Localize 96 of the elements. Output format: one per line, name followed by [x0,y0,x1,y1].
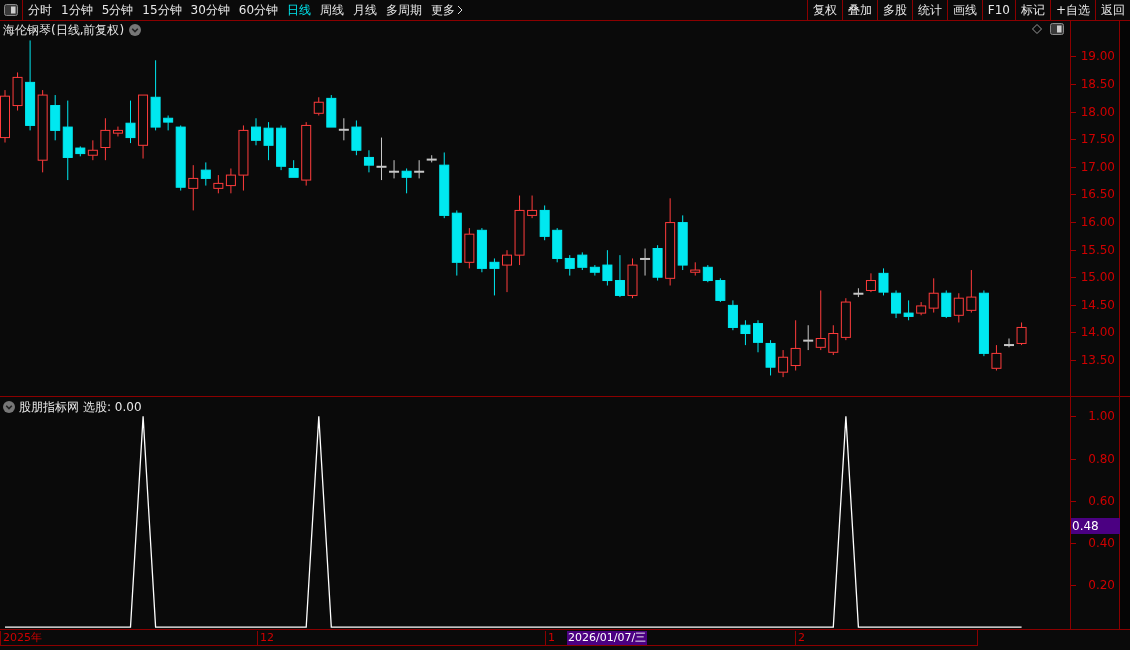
candlestick [188,164,199,211]
axis-tick-label: 19.00 [1080,50,1115,63]
panel-toggle-icon[interactable] [1050,23,1064,35]
indicator-reading: 选股: 0.00 [83,399,142,416]
toolbar-button[interactable]: 标记 [1014,0,1050,20]
candlestick [138,94,149,160]
toolbar-button[interactable]: F10 [981,0,1015,20]
candlestick [753,319,763,353]
candlestick [489,257,500,296]
candlestick [112,126,123,137]
axis-tick-label: 18.00 [1080,105,1115,118]
candlestick [401,167,412,194]
period-tab[interactable]: 1分钟 [61,1,93,19]
cursor-value-label: 0.48 [1071,517,1120,534]
axis-tick-label: 1.00 [1088,410,1115,423]
period-tab[interactable]: 日线 [287,1,312,19]
time-axis-label: 12 [257,631,274,645]
axis-tick-label: 17.50 [1080,133,1115,146]
candlestick [790,319,801,372]
panel-toggle-icon[interactable] [4,4,18,16]
axis-tick-label: 15.00 [1080,271,1115,284]
candlestick [87,139,98,161]
toolbar-button[interactable]: 多股 [876,0,912,20]
period-tab[interactable]: 多周期 [386,1,423,19]
toolbar-button[interactable]: +自选 [1049,0,1095,20]
period-tab[interactable]: 月线 [353,1,378,19]
candlestick [928,277,939,314]
candlestick [225,167,236,194]
cursor-date-label: 2026/01/07/三 [567,631,648,645]
candlestick [778,349,789,378]
axis-tick-label: 0.40 [1088,536,1115,549]
candlestick [451,209,462,277]
candlestick [640,248,651,277]
toolbar-button[interactable]: 叠加 [841,0,877,20]
toolbar-button[interactable]: 画线 [946,0,982,20]
candlestick [865,272,876,293]
candlestick [602,249,613,286]
candlestick [12,71,23,112]
stock-title: 海伦钢琴(日线,前复权) [3,22,125,39]
axis-tick-label: 16.50 [1080,188,1115,201]
candlestick [840,297,851,341]
candlestick [991,344,1002,372]
candlestick [251,117,261,146]
candlestick [564,254,575,277]
candlestick [514,195,525,266]
candlestick [238,124,249,192]
candlestick [527,195,538,219]
candlestick [978,289,989,357]
candlestick [363,149,374,173]
period-tab[interactable]: 15分钟 [142,1,182,19]
candlestick [288,159,299,178]
period-tab[interactable]: 5分钟 [101,1,134,19]
candlestick [891,289,902,319]
toolbar-button[interactable]: 复权 [806,0,842,20]
axis-tick-label: 16.00 [1080,215,1115,228]
axis-tick-label: 0.80 [1088,452,1115,465]
candlestick [652,244,663,282]
candlestick [50,94,61,141]
period-tab[interactable]: 30分钟 [190,1,230,19]
candlestick [25,39,36,131]
period-tab[interactable]: 60分钟 [238,1,279,19]
candlestick [276,124,287,171]
axis-tick-label: 14.50 [1080,298,1115,311]
axis-tick-label: 0.20 [1088,578,1115,591]
time-axis-label: 1 [545,631,555,645]
chevron-right-icon [457,5,464,15]
axis-tick-label: 14.00 [1080,326,1115,339]
candlestick [727,299,738,331]
diamond-icon[interactable] [1032,24,1042,34]
axis-tick-label: 17.00 [1080,160,1115,173]
axis-tick-label: 18.50 [1080,77,1115,90]
candlestick [263,121,274,161]
dropdown-icon[interactable] [3,401,15,413]
candlestick [502,249,512,293]
indicator-title: 股朋指标网 [19,399,79,416]
candlestick [665,197,676,286]
time-axis-label: 2025年 [0,631,42,645]
toolbar-button[interactable]: 统计 [911,0,947,20]
period-tab[interactable]: 更多 [431,1,464,19]
candlestick [62,100,73,181]
candlestick [614,254,625,298]
candlestick [326,94,337,128]
candlestick [966,269,977,314]
axis-tick-label: 15.50 [1080,243,1115,256]
candlestick [100,117,111,161]
period-tab[interactable]: 分时 [28,1,52,19]
axis-tick-label: 0.60 [1088,494,1115,507]
candlestick [389,159,400,179]
period-tab[interactable]: 周线 [320,1,345,19]
candlestick [476,227,487,273]
time-axis-label: 2 [795,631,805,645]
candlestick [740,319,751,346]
candlestick [338,117,349,141]
axis-tick-label: 13.50 [1080,353,1115,366]
candlestick [589,264,600,277]
dropdown-icon[interactable] [129,24,142,36]
